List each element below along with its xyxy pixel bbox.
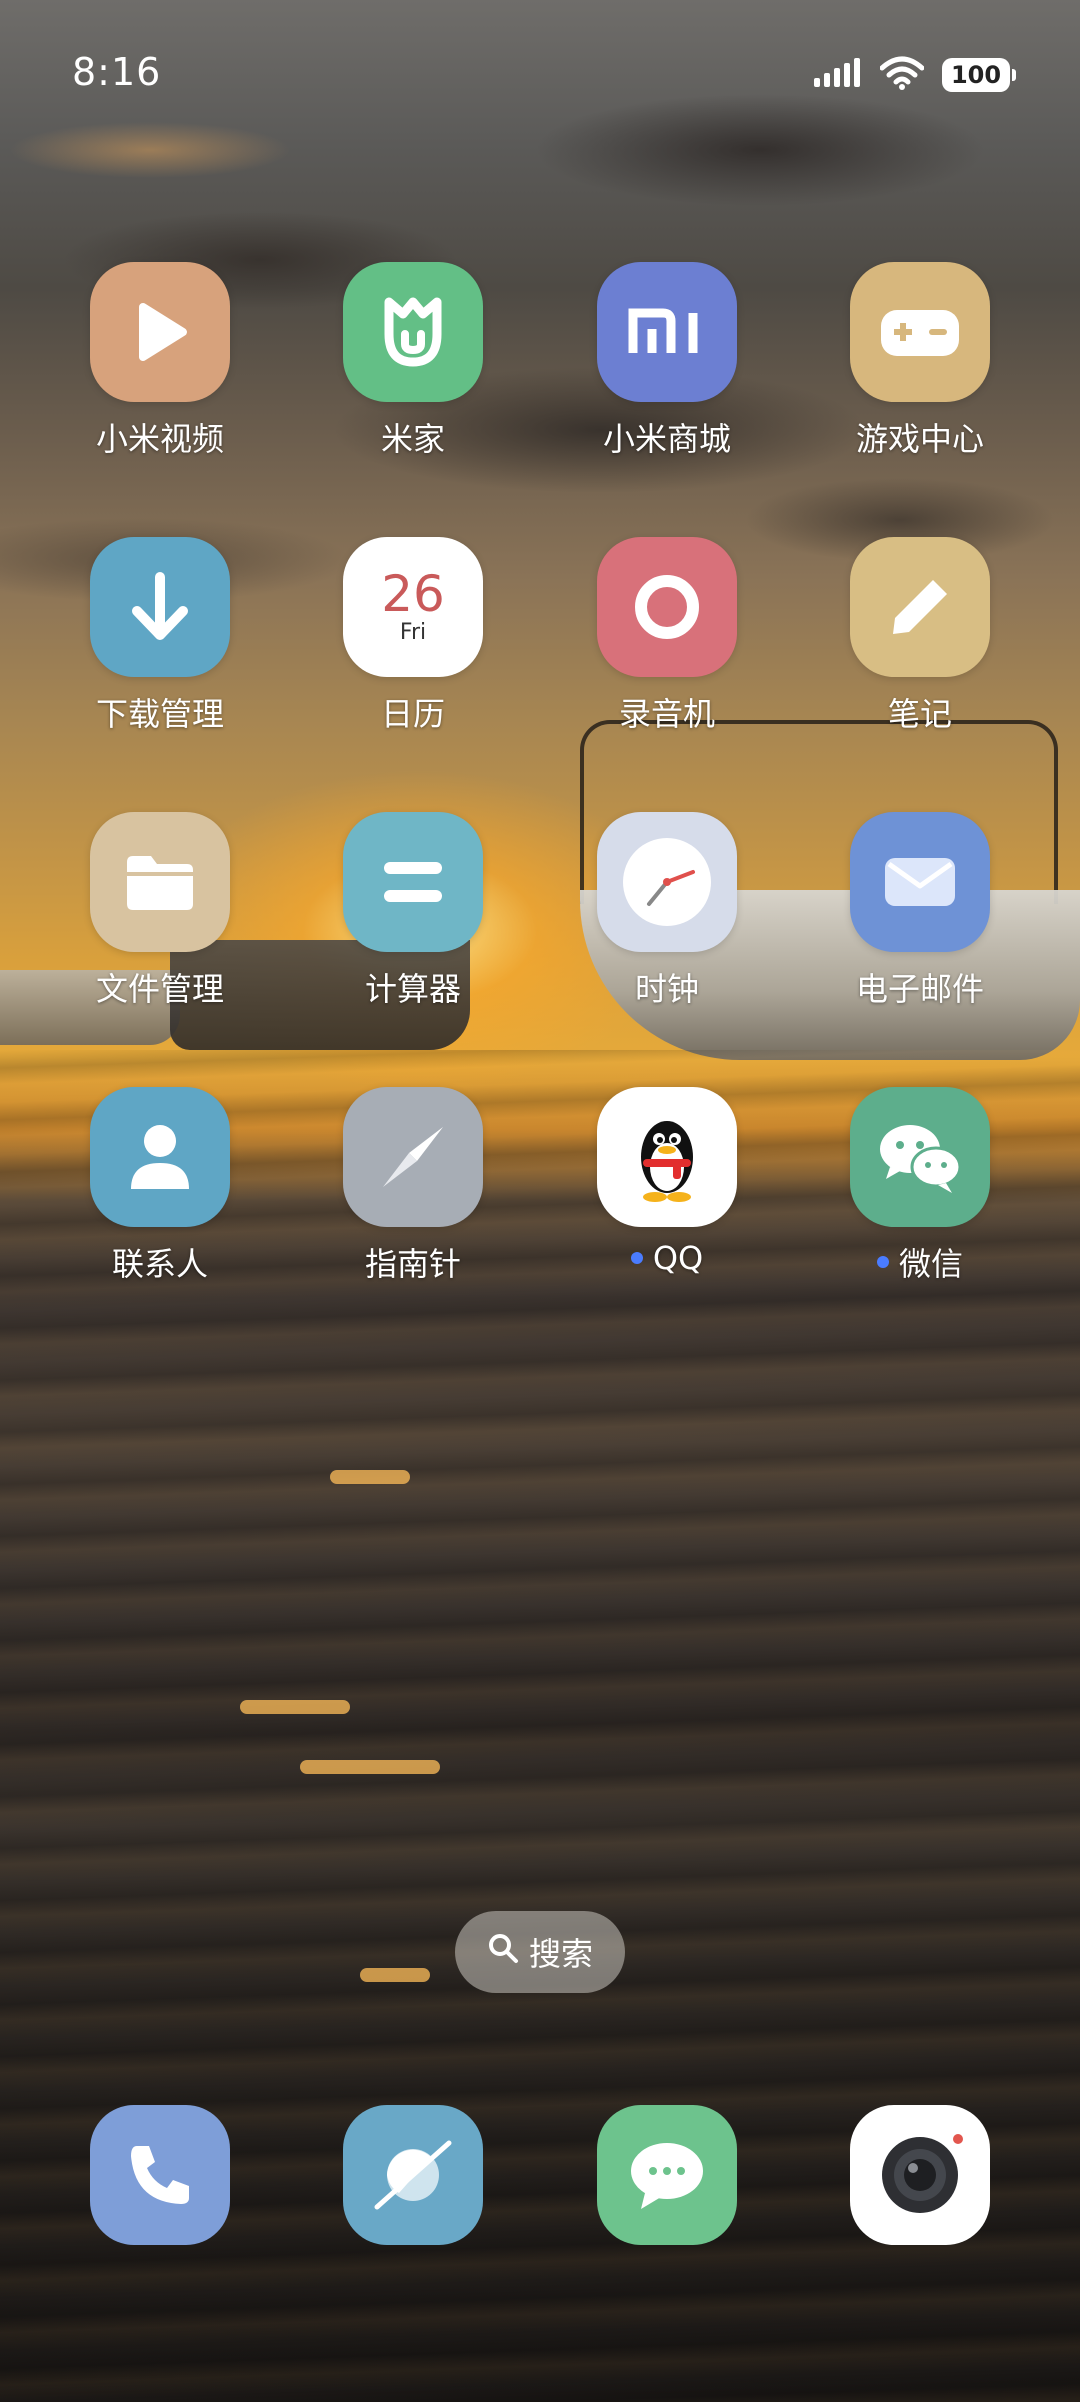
calendar-date-number: 26 (381, 565, 445, 623)
wechat-bubbles-icon (850, 1087, 990, 1227)
app-label: 录音机 (618, 695, 715, 733)
app-label: 下载管理 (95, 695, 224, 733)
calendar-icon: 26 Fri (343, 537, 483, 677)
pencil-icon (850, 537, 990, 677)
new-badge-dot (630, 1252, 643, 1264)
status-bar: 8:16 100 (0, 0, 1080, 150)
app-wechat[interactable]: 微信 (810, 1087, 1030, 1285)
app-recorder[interactable]: 录音机 (557, 537, 777, 735)
app-label-text: QQ (652, 1239, 704, 1277)
app-label: QQ (557, 1239, 777, 1277)
battery-indicator: 100 (942, 58, 1016, 92)
calendar-day-name: Fri (399, 620, 427, 645)
app-label: 小米视频 (95, 420, 224, 458)
person-icon (90, 1087, 230, 1227)
app-label: 游戏中心 (855, 420, 984, 458)
app-calculator[interactable]: 计算器 (303, 812, 523, 1010)
wallpaper-glint (240, 1700, 350, 1714)
status-icons: 100 (812, 56, 1016, 94)
app-mi-store[interactable]: 小米商城 (557, 262, 777, 460)
search-pill-button[interactable]: 搜索 (455, 1911, 625, 1993)
search-icon (487, 1932, 519, 1972)
play-icon (90, 262, 230, 402)
app-calendar[interactable]: 26 Fri 日历 (303, 537, 523, 735)
wifi-icon (879, 56, 925, 94)
app-label: 日历 (380, 695, 445, 733)
envelope-icon (850, 812, 990, 952)
status-time: 8:16 (72, 50, 162, 94)
app-label: 时钟 (634, 970, 699, 1008)
app-label: 文件管理 (95, 970, 224, 1008)
wallpaper-glint (300, 1760, 440, 1774)
message-bubble-icon[interactable] (597, 2105, 737, 2245)
app-label: 计算器 (364, 970, 461, 1008)
dock (0, 2105, 1080, 2245)
app-qq[interactable]: QQ (557, 1087, 777, 1277)
compass-needle-icon (343, 1087, 483, 1227)
mijia-icon (343, 262, 483, 402)
wallpaper-glint (360, 1968, 430, 1982)
app-label: 微信 (810, 1239, 1030, 1285)
app-label: 笔记 (887, 695, 952, 733)
cellular-signal-icon (812, 58, 862, 92)
app-label: 指南针 (364, 1245, 461, 1283)
qq-penguin-icon (597, 1087, 737, 1227)
folder-icon (90, 812, 230, 952)
app-email[interactable]: 电子邮件 (810, 812, 1030, 1010)
wallpaper-glint (330, 1470, 410, 1484)
app-label: 米家 (380, 420, 445, 458)
app-compass[interactable]: 指南针 (303, 1087, 523, 1285)
app-clock[interactable]: 时钟 (557, 812, 777, 1010)
app-label-text: 微信 (898, 1245, 963, 1283)
app-label: 联系人 (111, 1245, 208, 1283)
app-label: 小米商城 (602, 420, 731, 458)
download-arrow-icon (90, 537, 230, 677)
app-contacts[interactable]: 联系人 (50, 1087, 270, 1285)
clock-icon (597, 812, 737, 952)
app-xiaomi-video[interactable]: 小米视频 (50, 262, 270, 460)
search-label: 搜索 (528, 1935, 593, 1973)
browser-orbit-icon[interactable] (343, 2105, 483, 2245)
app-notes[interactable]: 笔记 (810, 537, 1030, 735)
equals-icon (343, 812, 483, 952)
record-ring-icon (597, 537, 737, 677)
camera-lens-icon[interactable] (850, 2105, 990, 2245)
gamepad-icon (850, 262, 990, 402)
app-mijia[interactable]: 米家 (303, 262, 523, 460)
app-file-manager[interactable]: 文件管理 (50, 812, 270, 1010)
app-label: 电子邮件 (855, 970, 984, 1008)
app-game-center[interactable]: 游戏中心 (810, 262, 1030, 460)
phone-icon[interactable] (90, 2105, 230, 2245)
app-downloads[interactable]: 下载管理 (50, 537, 270, 735)
new-badge-dot (876, 1256, 889, 1268)
mi-logo-icon (597, 262, 737, 402)
